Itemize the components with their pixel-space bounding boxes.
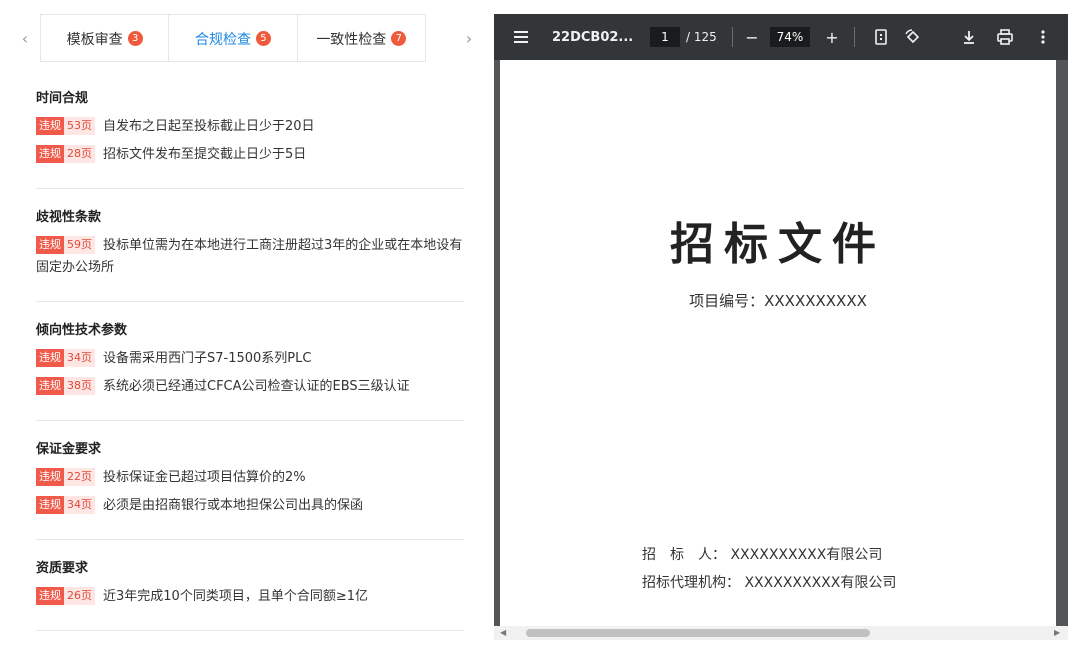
zoom-out-button[interactable]: − [744,14,760,60]
violation-item[interactable]: 违规 22页 投标保证金已超过项目估算价的2% [36,467,464,489]
pdf-viewer: 22DCB02... 1 / 125 − 74% + 招标文件 项目编号：XXX… [494,14,1068,640]
pdf-toolbar: 22DCB02... 1 / 125 − 74% + [494,14,1068,60]
rotate-icon[interactable] [904,14,922,60]
pdf-page: 招标文件 项目编号：XXXXXXXXXX 招 标 人： XXXXXXXXXX有限… [500,60,1056,626]
tab-divider [40,61,426,62]
tab-bar: ‹ 模板审查 3 合规检查 5 一致性检查 7 › [12,14,490,62]
violation-tag: 违规 [36,117,64,135]
page-ref-tag[interactable]: 59页 [64,236,95,254]
menu-icon[interactable] [512,14,530,60]
download-icon[interactable] [960,14,978,60]
violation-tag: 违规 [36,587,64,605]
section-title: 资质要求 [36,561,89,576]
section-biased-tech-params: 倾向性技术参数 违规 34页 设备需采用西门子S7-1500系列PLC 违规 38页系… [36,320,464,421]
scroll-right-arrow-icon[interactable]: ▶ [1054,628,1060,637]
violation-text: 自发布之日起至投标截止日少于20日 [103,119,315,134]
project-number: 项目编号：XXXXXXXXXX [689,292,867,310]
violation-item[interactable]: 违规 34页 设备需采用西门子S7-1500系列PLC [36,348,464,370]
scrollbar-thumb[interactable] [526,629,870,637]
tenderer-line: 招 标 人： XXXXXXXXXX有限公司 [642,547,883,563]
tab-scroll-left-button[interactable]: ‹ [12,14,38,62]
page-ref-tag[interactable]: 22页 [64,468,95,486]
violation-text: 投标单位需为在本地进行工商注册超过3年的企业或在本地设有固定办公场所 [36,238,463,275]
violation-tag: 违规 [36,349,64,367]
tab-label: 一致性检查 [316,31,387,48]
page-ref-tag[interactable]: 34页 [64,496,95,514]
page-number-input[interactable]: 1 [650,27,680,47]
page-ref-tag[interactable]: 34页 [64,349,95,367]
print-icon[interactable] [996,14,1014,60]
page-total: / 125 [686,30,717,44]
violation-tag: 违规 [36,468,64,486]
zoom-input[interactable]: 74% [770,27,810,47]
violation-tag: 违规 [36,145,64,163]
violation-text: 投标保证金已超过项目估算价的2% [103,470,306,485]
violation-item[interactable]: 违规 26页 近3年完成10个同类项目，且单个合同额≥1亿 [36,586,464,608]
tab-count-badge: 5 [255,31,271,46]
document-heading: 招标文件 [670,219,886,270]
toolbar-divider [854,27,855,47]
section-title: 歧视性条款 [36,210,102,225]
tab-compliance-check[interactable]: 合规检查 5 [169,15,298,62]
violation-item[interactable]: 违规 59页 投标单位需为在本地进行工商注册超过3年的企业或在本地设有固定办公场所 [36,235,464,279]
violation-item[interactable]: 违规 34页 必须是由招商银行或本地担保公司出具的保函 [36,495,464,517]
horizontal-scrollbar[interactable]: ◀ ▶ [494,626,1068,640]
section-title: 时间合规 [36,91,89,106]
section-qualification-requirements: 资质要求 违规 26页 近3年完成10个同类项目，且单个合同额≥1亿 [36,558,464,631]
review-panel: ‹ 模板审查 3 合规检查 5 一致性检查 7 › 时间合规 违规 53页 自发布之… [0,0,490,654]
page-ref-tag[interactable]: 26页 [64,587,95,605]
fit-page-icon[interactable] [872,14,890,60]
violation-item[interactable]: 违规 38页 系统必须已经通过CFCA公司检查认证的EBS三级认证 [36,376,464,398]
section-deposit-requirements: 保证金要求 违规 22页 投标保证金已超过项目估算价的2% 违规 34页 必须是由招商银… [36,439,464,540]
violation-item[interactable]: 违规 28页 招标文件发布至提交截止日少于5日 [36,144,464,166]
section-title: 倾向性技术参数 [36,323,128,338]
violation-tag: 违规 [36,236,64,254]
more-options-icon[interactable] [1034,14,1052,60]
zoom-in-button[interactable]: + [824,14,840,60]
violation-text: 招标文件发布至提交截止日少于5日 [103,147,307,162]
section-discriminatory-clauses: 歧视性条款 违规 59页 投标单位需为在本地进行工商注册超过3年的企业或在本地设有固… [36,207,464,302]
document-title: 22DCB02... [552,29,634,45]
page-ref-tag[interactable]: 53页 [64,117,95,135]
section-time-compliance: 时间合规 违规 53页 自发布之日起至投标截止日少于20日 违规 28页 招标文件发布至… [36,88,464,189]
tab-label: 合规检查 [194,31,251,48]
violation-text: 设备需采用西门子S7-1500系列PLC [103,351,312,366]
section-title: 保证金要求 [36,442,102,457]
violation-item[interactable]: 违规 53页 自发布之日起至投标截止日少于20日 [36,116,464,138]
scroll-left-arrow-icon[interactable]: ◀ [500,628,506,637]
violation-tag: 违规 [36,496,64,514]
page-ref-tag[interactable]: 28页 [64,145,95,163]
agency-line: 招标代理机构： XXXXXXXXXX有限公司 [642,575,897,591]
tab-count-badge: 7 [391,31,407,46]
violation-text: 必须是由招商银行或本地担保公司出具的保函 [103,498,364,513]
violation-tag: 违规 [36,377,64,395]
toolbar-divider [732,27,733,47]
tab-count-badge: 3 [127,31,143,46]
tab-template-review[interactable]: 模板审查 3 [41,15,170,62]
violation-text: 近3年完成10个同类项目，且单个合同额≥1亿 [103,589,368,604]
tab-consistency-check[interactable]: 一致性检查 7 [298,15,425,62]
tab-scroll-right-button[interactable]: › [456,14,482,62]
compliance-results: 时间合规 违规 53页 自发布之日起至投标截止日少于20日 违规 28页 招标文件发布至… [36,88,464,649]
page-ref-tag[interactable]: 38页 [64,377,95,395]
tab-label: 模板审查 [66,31,123,48]
tab-list: 模板审查 3 合规检查 5 一致性检查 7 [40,14,426,62]
violation-text: 系统必须已经通过CFCA公司检查认证的EBS三级认证 [103,379,410,394]
